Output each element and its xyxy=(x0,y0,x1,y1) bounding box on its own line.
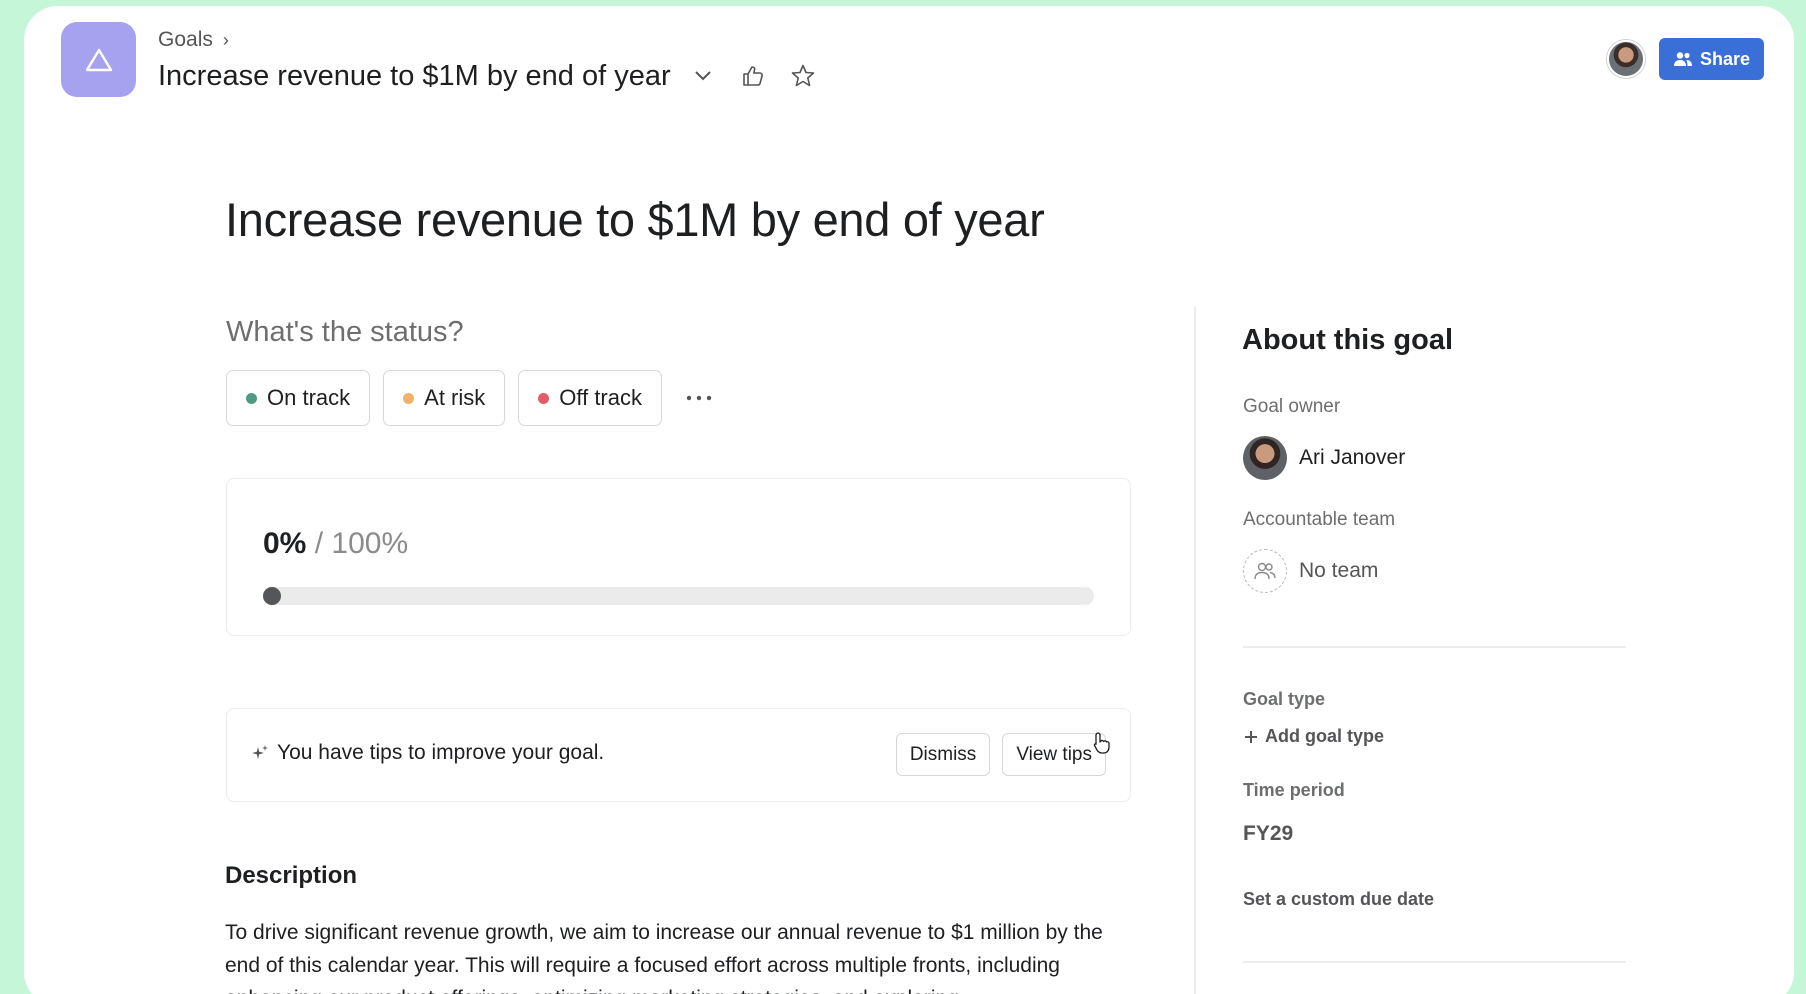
goal-type-label: Goal type xyxy=(1243,689,1326,709)
star-icon[interactable] xyxy=(785,58,821,94)
ellipsis-icon xyxy=(686,395,712,401)
tips-message: You have tips to improve your goal. xyxy=(251,741,604,765)
tips-banner: You have tips to improve your goal. Dism… xyxy=(226,708,1131,802)
header-actions: Share xyxy=(1606,38,1764,80)
sparkle-icon xyxy=(252,745,268,759)
chevron-down-icon[interactable] xyxy=(685,58,721,94)
accountable-team-label: Accountable team xyxy=(1243,509,1396,530)
about-title: About this goal xyxy=(1242,324,1454,356)
header-title-row: Increase revenue to $1M by end of year xyxy=(158,58,821,94)
status-on-track-button[interactable]: On track xyxy=(226,370,371,426)
page-title[interactable]: Increase revenue to $1M by end of year xyxy=(225,192,1045,247)
people-icon xyxy=(1673,52,1692,66)
section-divider xyxy=(1243,961,1626,963)
thumbs-up-icon[interactable] xyxy=(735,58,771,94)
view-tips-button[interactable]: View tips xyxy=(1002,733,1106,776)
goal-window: Goals › Increase revenue to $1M by end o… xyxy=(24,6,1794,994)
time-period-label: Time period xyxy=(1243,780,1345,800)
status-at-risk-button[interactable]: At risk xyxy=(383,370,506,426)
chevron-right-icon: › xyxy=(222,29,229,50)
accountable-team[interactable]: No team xyxy=(1243,549,1378,593)
more-options-button[interactable] xyxy=(675,374,723,422)
progress-card[interactable]: 0% / 100% xyxy=(226,478,1131,636)
owner-name: Ari Janover xyxy=(1299,446,1406,469)
breadcrumb: Goals › xyxy=(158,28,229,52)
section-divider xyxy=(1243,646,1626,648)
dismiss-button[interactable]: Dismiss xyxy=(895,733,991,776)
status-label: On track xyxy=(267,385,351,410)
tips-actions: Dismiss View tips xyxy=(895,733,1106,776)
status-label: Off track xyxy=(559,385,642,410)
status-off-track-button[interactable]: Off track xyxy=(518,370,662,426)
status-options: On track At risk Off track xyxy=(226,370,723,426)
status-question: What's the status? xyxy=(226,316,464,348)
goal-app-icon[interactable] xyxy=(61,22,136,97)
description-title: Description xyxy=(225,862,358,889)
team-value: No team xyxy=(1299,559,1379,582)
add-goal-type-button[interactable]: Add goal type xyxy=(1243,726,1384,747)
plus-icon xyxy=(1245,730,1257,743)
add-goal-type-label: Add goal type xyxy=(1265,726,1385,746)
time-period-value[interactable]: FY29 xyxy=(1243,822,1293,846)
triangle-icon xyxy=(85,48,112,71)
description-body[interactable]: To drive significant revenue growth, we … xyxy=(225,916,1125,994)
progress-fill xyxy=(263,587,281,605)
progress-text: 0% / 100% xyxy=(263,527,408,561)
column-divider xyxy=(1194,306,1196,994)
progress-current: 0% xyxy=(263,527,307,560)
owner-avatar xyxy=(1243,436,1287,480)
custom-due-date-link[interactable]: Set a custom due date xyxy=(1243,889,1434,910)
user-avatar[interactable] xyxy=(1606,40,1645,78)
breadcrumb-goals-link[interactable]: Goals xyxy=(158,28,213,52)
goal-owner[interactable]: Ari Janover xyxy=(1243,436,1405,480)
goal-owner-label: Goal owner xyxy=(1243,396,1341,417)
status-dot xyxy=(403,392,415,404)
team-icon xyxy=(1243,549,1287,593)
share-button[interactable]: Share xyxy=(1658,38,1764,80)
header-title: Increase revenue to $1M by end of year xyxy=(158,59,671,92)
status-label: At risk xyxy=(424,385,486,410)
tips-text: You have tips to improve your goal. xyxy=(277,741,605,764)
share-label: Share xyxy=(1699,48,1750,69)
progress-separator: / xyxy=(314,527,324,560)
status-dot xyxy=(538,392,550,404)
progress-total: 100% xyxy=(331,527,409,560)
progress-bar xyxy=(263,587,1094,605)
status-dot xyxy=(246,392,257,404)
